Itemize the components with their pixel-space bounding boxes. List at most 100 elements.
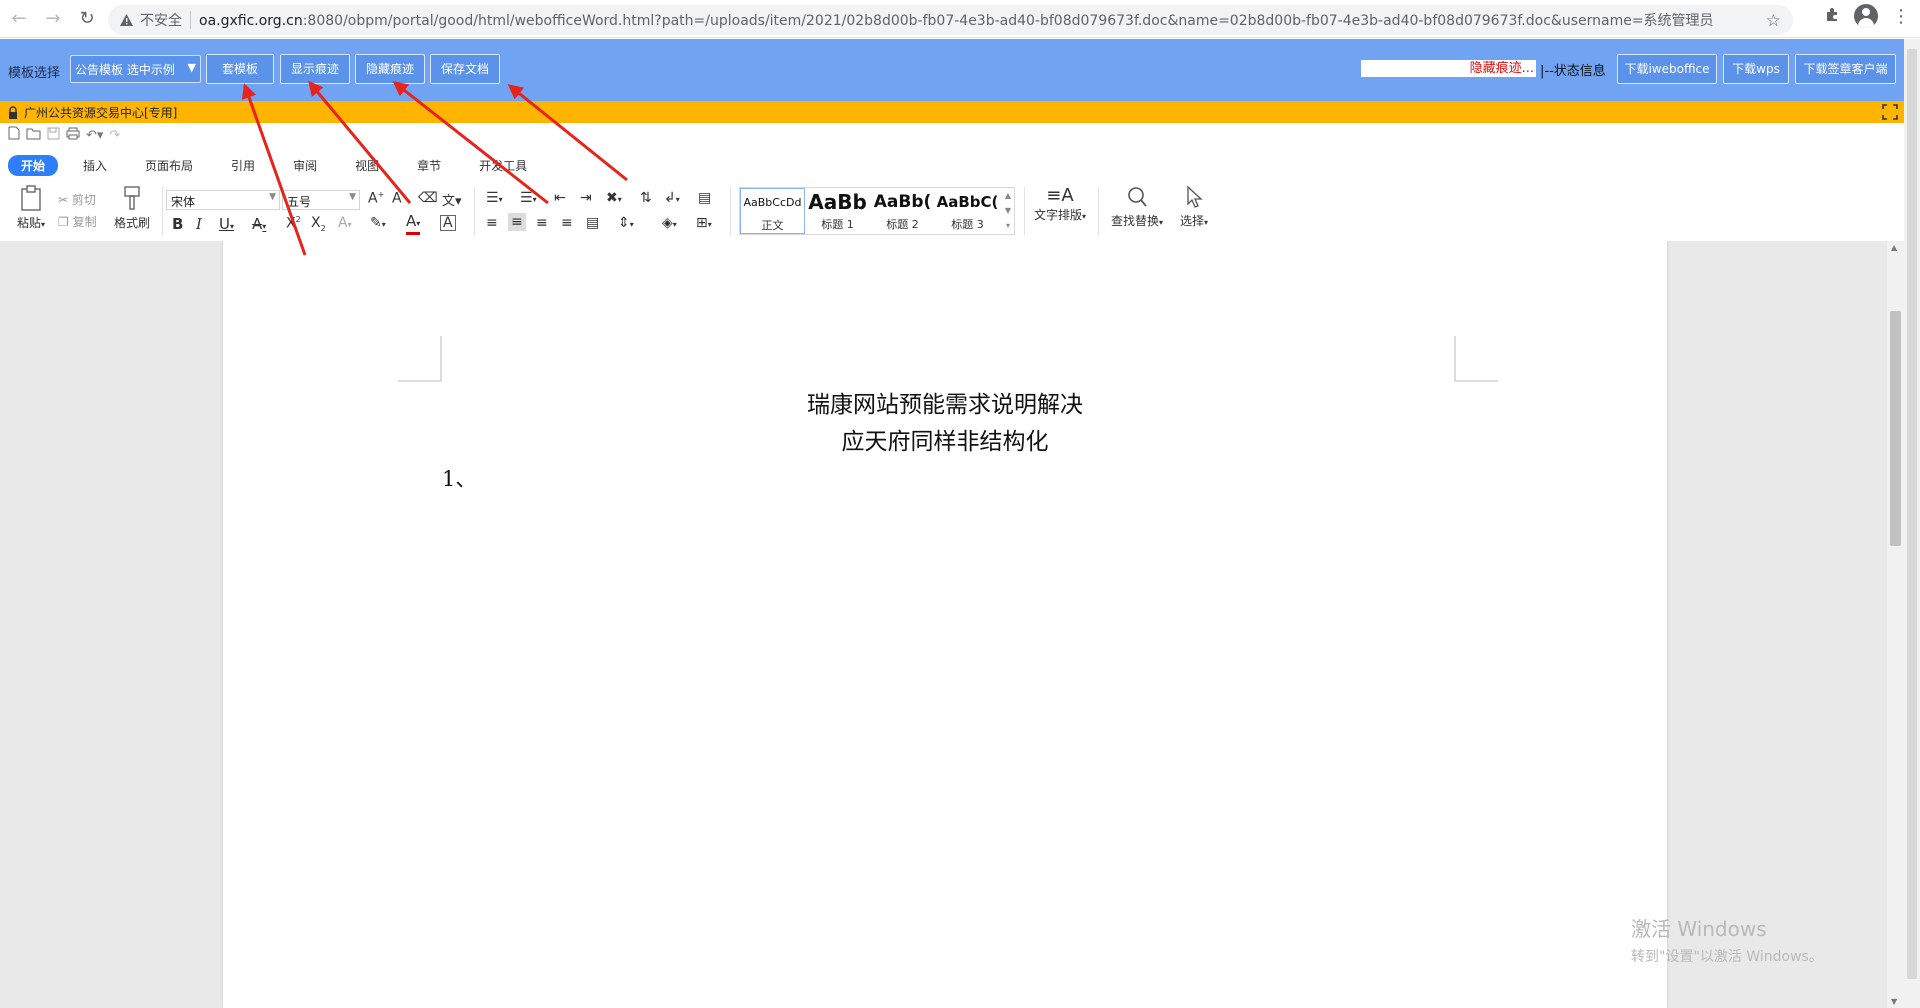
menu-kebab-icon[interactable]: ⋮	[1892, 6, 1910, 27]
show-marks-icon[interactable]: ↲▾	[664, 190, 680, 206]
style-normal[interactable]: AaBbCcDd 正文	[740, 188, 805, 234]
align-right-icon[interactable]: ≡	[536, 215, 548, 231]
strikethrough-icon[interactable]: A▾	[252, 215, 266, 233]
profile-avatar-icon[interactable]	[1854, 4, 1878, 28]
windows-activation-watermark: 激活 Windows 转到"设置"以激活 Windows。	[1631, 913, 1823, 966]
browser-toolbar: ← → ↻ 不安全 oa.gxfic.org.cn:8080/obpm/port…	[0, 0, 1920, 38]
grow-font-icon[interactable]: A+	[368, 190, 384, 207]
style-heading-3[interactable]: AaBbC( 标题 3	[935, 188, 1000, 234]
document-vertical-scrollbar[interactable]: ▲ ▼	[1887, 241, 1904, 1008]
chevron-down-icon: ▼	[269, 192, 276, 202]
reload-icon[interactable]: ↻	[72, 4, 102, 34]
tab-developer[interactable]: 开发工具	[466, 155, 540, 176]
clear-format-icon[interactable]: ⌫	[418, 190, 438, 206]
borders-icon[interactable]: ⊞▾	[696, 215, 712, 231]
document-body-line[interactable]: 1、	[442, 463, 476, 493]
page-vertical-scrollbar[interactable]	[1904, 39, 1920, 1008]
watermark-line-2: 转到"设置"以激活 Windows。	[1631, 949, 1823, 965]
tab-page-layout[interactable]: 页面布局	[132, 155, 206, 176]
text-layout-button[interactable]: ≡A 文字排版▾	[1028, 185, 1092, 223]
numbered-list-icon[interactable]: ☰▾	[520, 190, 537, 206]
bold-icon[interactable]: B	[172, 215, 183, 233]
cut-button[interactable]: ✂ 剪切	[58, 191, 96, 208]
download-sign-client-button[interactable]: 下载签章客户端	[1795, 54, 1896, 84]
tab-view[interactable]: 视图	[342, 155, 392, 176]
new-doc-icon[interactable]	[8, 126, 20, 144]
template-select-value: 公告模板 选中示例	[75, 63, 175, 77]
find-replace-label: 查找替换	[1110, 214, 1159, 228]
shrink-font-icon[interactable]: A-	[392, 190, 404, 207]
italic-icon[interactable]: I	[196, 215, 202, 233]
show-revisions-button[interactable]: 显示痕迹	[280, 54, 350, 84]
style-heading-2[interactable]: AaBb( 标题 2	[870, 188, 935, 234]
subscript-icon[interactable]: X2	[311, 215, 326, 233]
format-painter-button[interactable]: 格式刷	[112, 185, 152, 231]
open-folder-icon[interactable]	[26, 127, 41, 144]
ruler-icon[interactable]: ▤	[698, 190, 711, 206]
phonetic-icon[interactable]: 文▾	[442, 190, 462, 209]
tab-insert[interactable]: 插入	[70, 155, 120, 176]
underline-icon[interactable]: U▾	[219, 215, 234, 233]
align-left-icon[interactable]: ≡	[486, 215, 498, 231]
font-name-combo[interactable]: 宋体 ▼	[166, 190, 280, 210]
url-text[interactable]: oa.gxfic.org.cn:8080/obpm/portal/good/ht…	[199, 10, 1714, 30]
shading-icon[interactable]: ◈▾	[662, 215, 677, 231]
group-divider	[730, 187, 731, 235]
hide-revisions-button[interactable]: 隐藏痕迹	[355, 54, 425, 84]
document-canvas[interactable]: 瑞康网站预能需求说明解决 应天府同样非结构化 1、	[0, 241, 1887, 1008]
tab-references[interactable]: 引用	[218, 155, 268, 176]
cursor-arrow-icon	[1172, 185, 1216, 212]
warning-icon	[118, 12, 134, 28]
chinese-layout-icon[interactable]: ✖▾	[606, 190, 622, 206]
page-scroll-thumb[interactable]	[1907, 49, 1917, 979]
font-color-icon[interactable]: A▾	[406, 213, 421, 235]
print-icon[interactable]	[66, 127, 80, 144]
undo-icon[interactable]: ↶▾	[86, 128, 103, 143]
superscript-icon[interactable]: X2	[286, 215, 301, 232]
download-iweboffice-button[interactable]: 下载iweboffice	[1617, 54, 1717, 84]
paste-button[interactable]: 粘贴▾	[12, 185, 50, 231]
decrease-indent-icon[interactable]: ⇤	[554, 190, 566, 206]
scroll-up-icon[interactable]: ▲	[1891, 243, 1897, 252]
forward-icon[interactable]: →	[38, 4, 68, 34]
bookmark-star-icon[interactable]: ☆	[1766, 11, 1781, 31]
copy-icon: ❐	[58, 215, 69, 229]
apply-template-button[interactable]: 套模板	[206, 54, 274, 84]
fullscreen-icon[interactable]	[1882, 104, 1898, 120]
address-bar[interactable]: 不安全 oa.gxfic.org.cn:8080/obpm/portal/goo…	[108, 5, 1793, 35]
redo-icon[interactable]: ↷	[109, 128, 120, 143]
line-spacing-icon[interactable]: ⇕▾	[618, 215, 634, 231]
increase-indent-icon[interactable]: ⇥	[580, 190, 592, 206]
scroll-thumb[interactable]	[1890, 311, 1901, 546]
sort-icon[interactable]: ⇅	[640, 190, 652, 206]
extensions-icon[interactable]	[1824, 6, 1840, 27]
align-center-icon[interactable]: ≡	[508, 213, 526, 231]
find-replace-button[interactable]: 查找替换▾	[1105, 185, 1169, 229]
template-select[interactable]: 公告模板 选中示例 ▼	[70, 55, 201, 83]
distribute-icon[interactable]: ▤	[586, 215, 599, 231]
justify-icon[interactable]: ≡	[561, 215, 573, 231]
scroll-down-icon[interactable]: ▼	[1891, 997, 1897, 1006]
char-border-icon[interactable]: A	[440, 215, 456, 231]
tab-review[interactable]: 审阅	[280, 155, 330, 176]
document-title-line-2[interactable]: 应天府同样非结构化	[223, 422, 1667, 456]
save-document-button[interactable]: 保存文档	[430, 54, 500, 84]
document-title-line-1[interactable]: 瑞康网站预能需求说明解决	[223, 385, 1667, 419]
text-effect-icon[interactable]: A▾	[338, 215, 352, 231]
bullet-list-icon[interactable]: ☰▾	[486, 190, 503, 206]
style-sample: AaBb(	[873, 192, 932, 212]
copy-button[interactable]: ❐ 复制	[58, 213, 97, 230]
highlight-icon[interactable]: ✎▾	[370, 215, 386, 231]
back-icon[interactable]: ←	[4, 4, 34, 34]
styles-scroll[interactable]: ▲ ▼ ▾	[1002, 188, 1014, 234]
lock-icon	[8, 106, 18, 119]
style-heading-1[interactable]: AaBb 标题 1	[805, 188, 870, 234]
office-title: 广州公共资源交易中心[专用]	[24, 105, 178, 120]
font-size-combo[interactable]: 五号 ▼	[282, 190, 360, 210]
select-button[interactable]: 选择▾	[1172, 185, 1216, 229]
tab-section[interactable]: 章节	[404, 155, 454, 176]
save-disk-icon[interactable]	[47, 127, 60, 144]
tab-home[interactable]: 开始	[8, 155, 59, 176]
download-wps-button[interactable]: 下载wps	[1723, 54, 1789, 84]
document-page[interactable]: 瑞康网站预能需求说明解决 应天府同样非结构化 1、	[223, 241, 1667, 1008]
